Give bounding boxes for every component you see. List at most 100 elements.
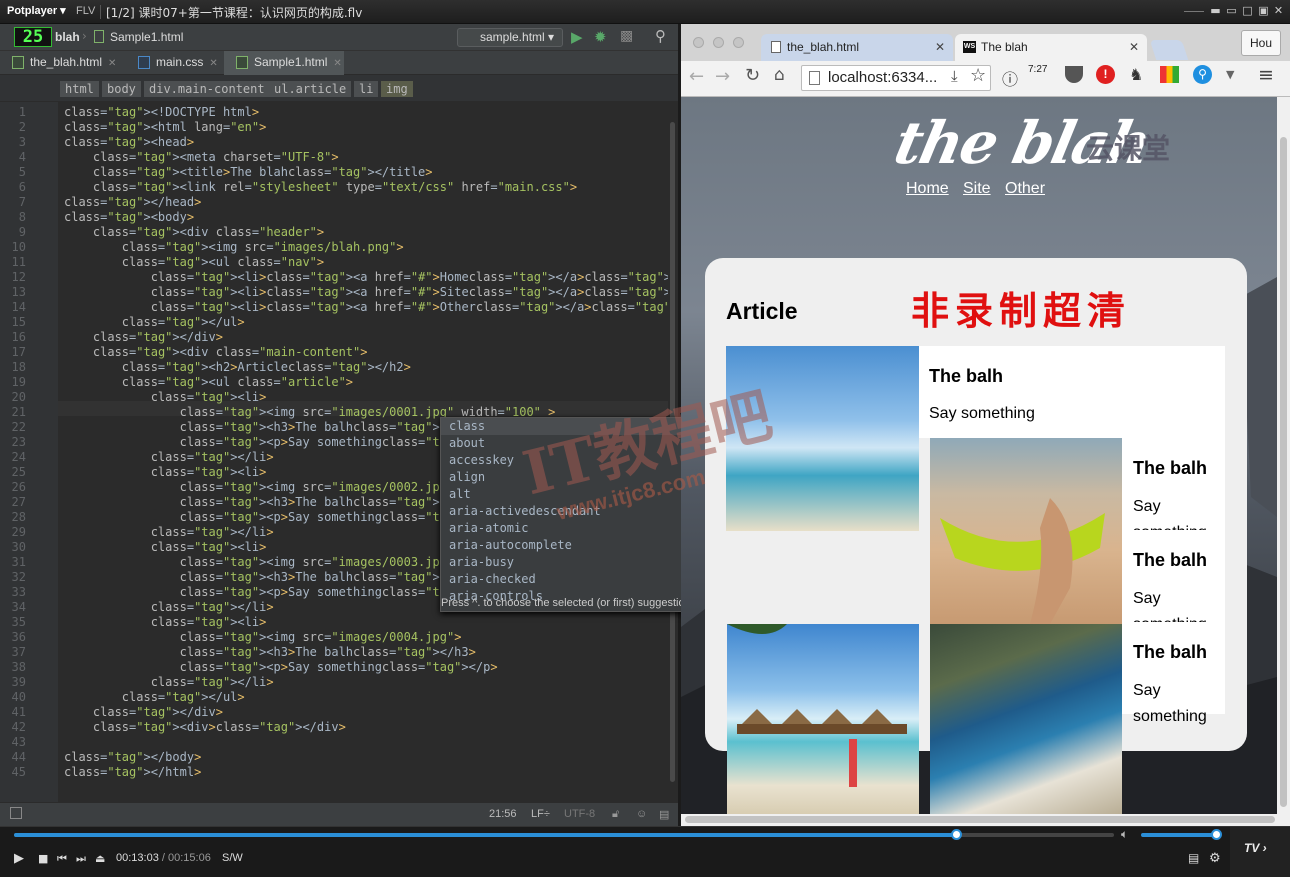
tab-the-blah[interactable]: the_blah.html ✕	[0, 51, 126, 75]
tab-sample1[interactable]: Sample1.html ✕	[224, 51, 344, 75]
extension-icon[interactable]: ♞	[1129, 65, 1143, 84]
download-icon[interactable]: ⤓	[951, 67, 958, 85]
line-number: 2	[18, 120, 26, 134]
nav-site-link[interactable]: Site	[963, 180, 991, 198]
lock-icon[interactable]: 🔓︎	[612, 808, 619, 821]
bookmark-star-icon[interactable]: ☆	[970, 65, 986, 86]
window-close-dot[interactable]	[693, 37, 704, 48]
nav-home-link[interactable]: Home	[906, 180, 949, 198]
breadcrumb-file[interactable]: Sample1.html	[110, 30, 183, 44]
close-icon[interactable]: ✕	[1129, 34, 1139, 60]
html-file-icon	[12, 56, 24, 69]
tv-button[interactable]: TV ›	[1244, 841, 1267, 855]
coverage-icon[interactable]: ▩	[620, 28, 633, 44]
tool-window-icon[interactable]	[10, 807, 22, 819]
article-image-4	[930, 624, 1122, 814]
line-number: 38	[11, 660, 26, 674]
play-icon[interactable]: ▶	[14, 851, 24, 866]
volume-icon[interactable]: 🔈︎	[1121, 827, 1128, 842]
forward-icon[interactable]: →	[715, 66, 730, 87]
window-zoom-dot[interactable]	[733, 37, 744, 48]
code-line: class="tag"><img src="images/0002.jpg">	[179, 480, 462, 494]
event-log-icon[interactable]: ▤	[659, 808, 669, 821]
run-icon[interactable]: ▶	[571, 28, 583, 46]
status-bar: 21:56 LF÷ UTF-8 🔓︎ ☺ ▤	[0, 802, 678, 826]
eject-icon[interactable]: ⏏︎	[95, 852, 105, 865]
crumb-img[interactable]: img	[381, 81, 413, 97]
close-icon[interactable]: ✕	[1273, 5, 1284, 16]
stop-icon[interactable]: ■	[38, 852, 48, 865]
adblock-icon[interactable]: !	[1096, 65, 1115, 84]
line-separator[interactable]: LF÷	[531, 808, 550, 820]
caret-position[interactable]: 21:56	[489, 808, 517, 820]
inspector-icon[interactable]: ☺	[636, 808, 647, 820]
code-line: class="tag"></li>	[150, 675, 274, 689]
key-extension-icon[interactable]: ⚲	[1193, 65, 1212, 84]
ext-badge[interactable]: 7:27	[1028, 64, 1047, 75]
profile-button[interactable]: Hou	[1241, 30, 1281, 56]
crumb-ul[interactable]: ul.article	[269, 81, 352, 97]
run-config-select[interactable]: sample.html ▾	[457, 28, 563, 47]
previous-icon[interactable]: ⏮︎	[57, 852, 67, 866]
player-menu-button[interactable]: Potplayer ▾	[7, 4, 66, 17]
debug-icon[interactable]: ✹	[594, 28, 607, 46]
browser-tab-the-blah[interactable]: WS The blah ✕	[955, 34, 1147, 61]
minimize-icon[interactable]: ▬	[1210, 5, 1221, 16]
crumb-div[interactable]: div.main-content	[144, 81, 270, 97]
player-controls: 🔈︎ ▶ ■ ⏮︎ ⏭︎ ⏏︎ 00:13:03 / 00:15:06 S/W …	[0, 826, 1290, 877]
home-icon[interactable]: ⌂	[774, 65, 785, 85]
code-line: class="tag"><img src="images/0004.jpg">	[179, 630, 462, 644]
pocket-icon[interactable]	[1065, 66, 1083, 83]
address-bar[interactable]: localhost:6334...	[801, 65, 991, 91]
render-mode[interactable]: S/W	[222, 852, 243, 864]
project-name[interactable]: blah	[55, 30, 80, 44]
next-icon[interactable]: ⏭︎	[76, 852, 86, 866]
menu-icon[interactable]: ≡	[1258, 64, 1274, 86]
fullscreen-icon[interactable]: ▣	[1258, 5, 1269, 16]
page-horizontal-scrollbar[interactable]	[681, 814, 1290, 826]
window-minimize-dot[interactable]	[713, 37, 724, 48]
search-icon[interactable]: ⚲	[655, 27, 666, 45]
close-icon[interactable]: ✕	[333, 58, 341, 69]
close-icon[interactable]: ✕	[108, 58, 116, 69]
nav-other-link[interactable]: Other	[1005, 180, 1045, 198]
crumb-body[interactable]: body	[102, 81, 141, 97]
volume-slider[interactable]	[1141, 829, 1222, 840]
crumb-li[interactable]: li	[354, 81, 379, 97]
code-line: class="tag"></div>	[92, 705, 223, 719]
browser-tab-the-blah-html[interactable]: the_blah.html ✕	[761, 34, 953, 61]
restore-icon[interactable]: ▭	[1226, 5, 1237, 16]
code-line: class="tag"><li>class="tag"><a href="#">…	[150, 270, 668, 284]
line-number: 11	[11, 255, 26, 269]
crumb-html[interactable]: html	[60, 81, 99, 97]
line-number: 8	[18, 210, 26, 224]
new-tab-button[interactable]	[1149, 40, 1189, 60]
colorful-extension-icon[interactable]	[1160, 66, 1179, 83]
line-number: 36	[11, 630, 26, 644]
playlist-icon[interactable]: ▤	[1188, 851, 1199, 865]
page-vertical-scrollbar[interactable]	[1277, 97, 1290, 814]
line-number: 3	[18, 135, 26, 149]
chevron-down-icon[interactable]: ▼	[1226, 68, 1234, 81]
ide-logo: 25	[14, 27, 52, 47]
back-icon[interactable]: ←	[689, 66, 704, 87]
volume-handle[interactable]	[1211, 829, 1222, 840]
article-heading: Article	[726, 298, 798, 324]
file-encoding[interactable]: UTF-8	[564, 808, 595, 820]
reload-icon[interactable]: ↻	[745, 65, 760, 86]
line-number: 44	[11, 750, 26, 764]
tab-main-css[interactable]: main.css ✕	[126, 51, 224, 75]
line-number: 32	[11, 570, 26, 584]
close-icon[interactable]: ✕	[209, 58, 217, 69]
html-file-icon	[236, 56, 248, 69]
info-icon[interactable]: ⓘ	[1002, 66, 1018, 90]
seek-handle[interactable]	[950, 829, 962, 840]
seek-bar[interactable]	[14, 829, 1114, 840]
settings-icon[interactable]: ⚙	[1209, 851, 1221, 866]
line-number: 33	[11, 585, 26, 599]
webstorm-icon: WS	[963, 41, 976, 53]
divider	[100, 5, 101, 19]
maximize-icon[interactable]: □	[1242, 5, 1253, 16]
tab-label: The blah	[981, 40, 1028, 54]
close-icon[interactable]: ✕	[935, 34, 945, 60]
